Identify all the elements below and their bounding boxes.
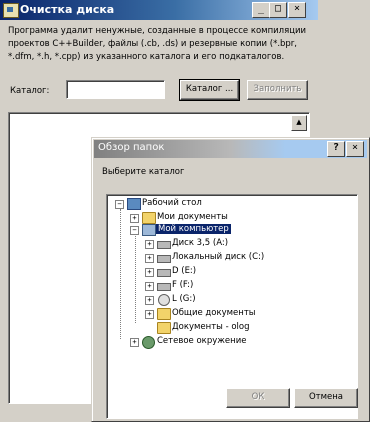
dialog-prompt: Выберите каталог <box>102 167 185 177</box>
tree-node-network[interactable]: + Сетевое окружение <box>130 336 330 349</box>
expand-icon[interactable]: + <box>130 338 139 347</box>
tree-node-desktop[interactable]: − Рабочий стол <box>115 198 315 210</box>
cd-drive-icon <box>158 294 170 306</box>
floppy-drive-icon <box>157 241 171 249</box>
dialog-close-button[interactable]: × <box>346 141 364 157</box>
ok-button[interactable]: ОК <box>226 388 290 408</box>
tree-node-drive-a[interactable]: + Диск 3,5 (A:) <box>145 238 345 250</box>
expand-icon[interactable]: + <box>145 240 154 249</box>
tree-node-drive-g[interactable]: + L (G:) <box>145 294 345 306</box>
network-icon <box>142 336 155 349</box>
fill-button[interactable]: Заполнить <box>247 80 308 100</box>
main-titlebar[interactable]: Очистка диска _ □ × <box>0 0 318 20</box>
folder-icon <box>157 322 171 334</box>
tree-label: Сетевое окружение <box>157 336 247 346</box>
catalog-label: Каталог: <box>10 86 50 96</box>
app-icon[interactable] <box>3 3 19 18</box>
tree-label: Документы - olog <box>172 322 250 332</box>
expand-icon[interactable]: + <box>145 282 154 291</box>
help-button[interactable]: ? <box>327 141 345 157</box>
tree-node-user-documents[interactable]: Документы - olog <box>145 322 345 334</box>
tree-label: F (F:) <box>172 280 194 290</box>
hard-drive-icon <box>157 283 171 291</box>
scroll-up-arrow-icon[interactable]: ▲ <box>291 115 307 131</box>
tree-label: Мои документы <box>157 212 228 222</box>
computer-icon <box>142 224 156 236</box>
browse-button[interactable]: Каталог ... <box>179 79 240 101</box>
tree-label: Рабочий стол <box>142 198 202 208</box>
hard-drive-icon <box>157 255 171 263</box>
tree-node-my-documents[interactable]: + Мои документы <box>130 212 330 224</box>
collapse-icon[interactable]: − <box>130 226 139 235</box>
tree-label: L (G:) <box>172 294 196 304</box>
tree-label: Общие документы <box>172 308 256 318</box>
browse-folder-dialog: Обзор папок ? × Выберите каталог − Рабоч… <box>91 137 370 422</box>
tree-node-drive-d[interactable]: + D (E:) <box>145 266 345 278</box>
expand-icon[interactable]: + <box>145 310 154 319</box>
description-text: Программа удалит ненужные, созданные в п… <box>8 26 307 62</box>
hard-drive-icon <box>157 269 171 277</box>
main-title: Очистка диска <box>20 3 115 16</box>
close-button[interactable]: × <box>288 2 306 18</box>
expand-icon[interactable]: + <box>145 268 154 277</box>
expand-icon[interactable]: + <box>145 254 154 263</box>
tree-node-drive-c[interactable]: + Локальный диск (C:) <box>145 252 345 264</box>
tree-node-shared-documents[interactable]: + Общие документы <box>145 308 345 320</box>
ok-button-label: ОК <box>251 392 265 402</box>
tree-label: Диск 3,5 (A:) <box>172 238 229 248</box>
maximize-button[interactable]: □ <box>269 2 287 18</box>
folder-icon <box>157 308 171 320</box>
catalog-input[interactable] <box>66 80 165 99</box>
fill-button-label: Заполнить <box>253 84 302 94</box>
minimize-button[interactable]: _ <box>252 2 270 18</box>
expand-icon[interactable]: + <box>130 214 139 223</box>
collapse-icon[interactable]: − <box>115 200 124 209</box>
folder-tree[interactable]: − Рабочий стол + Мои документы − Мой ком… <box>106 194 358 419</box>
dialog-titlebar[interactable]: Обзор папок ? × <box>94 140 367 158</box>
cancel-button[interactable]: Отмена <box>294 388 358 408</box>
dialog-title: Обзор папок <box>98 142 165 153</box>
cancel-button-label: Отмена <box>308 392 344 402</box>
tree-node-my-computer[interactable]: − Мой компьютер <box>130 224 330 236</box>
tree-label: D (E:) <box>172 266 197 276</box>
desktop-icon <box>127 198 141 210</box>
tree-label: Локальный диск (C:) <box>172 252 265 262</box>
browse-button-label: Каталог ... <box>185 84 234 94</box>
tree-label: Мой компьютер <box>156 224 231 234</box>
tree-node-drive-e[interactable]: + F (F:) <box>145 280 345 292</box>
folder-icon <box>142 212 156 224</box>
expand-icon[interactable]: + <box>145 296 154 305</box>
